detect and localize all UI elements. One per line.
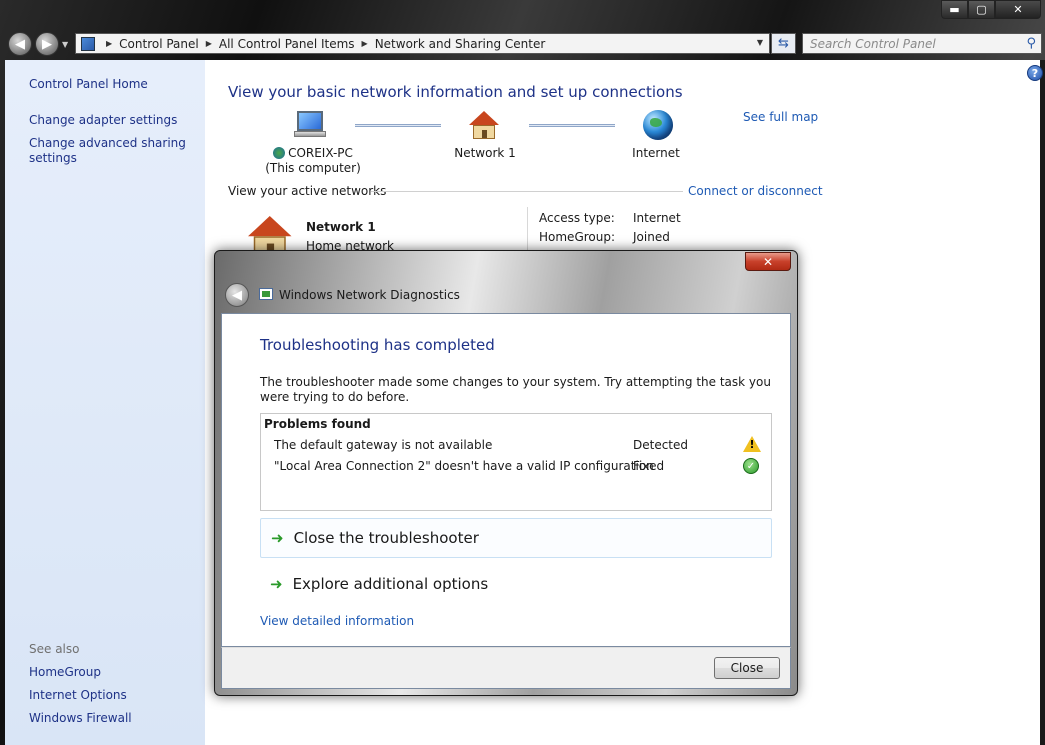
forward-button[interactable]: ▶ — [35, 32, 59, 56]
close-troubleshooter-command[interactable]: ➜ Close the troubleshooter — [260, 518, 772, 558]
forward-arrow-icon: ▶ — [42, 36, 52, 52]
address-dropdown-icon[interactable]: ▼ — [757, 38, 763, 47]
page-title: View your basic network information and … — [228, 83, 683, 101]
help-icon[interactable]: ? — [1027, 65, 1043, 81]
minimize-button[interactable]: ▬ — [941, 0, 968, 19]
network-house-icon — [469, 111, 499, 139]
dialog-title: Windows Network Diagnostics — [279, 288, 460, 302]
homegroup-label: HomeGroup: — [539, 230, 616, 244]
refresh-icon: ⇆ — [778, 36, 789, 51]
recent-pages-dropdown[interactable]: ▼ — [62, 40, 72, 49]
check-icon: ✓ — [743, 458, 759, 474]
breadcrumb-separator-icon[interactable]: ▶ — [106, 39, 112, 48]
problems-found-box: Problems found The default gateway is no… — [260, 413, 772, 511]
sharing-link-line2: settings — [29, 151, 77, 165]
see-also-heading: See also — [29, 642, 80, 656]
view-detailed-information-link[interactable]: View detailed information — [260, 614, 414, 628]
map-internet-label[interactable]: Internet — [618, 146, 694, 160]
close-window-button[interactable]: ✕ — [995, 0, 1041, 19]
green-arrow-icon: ➜ — [270, 575, 283, 593]
map-connection-line — [529, 124, 615, 127]
network-diagnostics-dialog: ✕ ◀ Windows Network Diagnostics Troubles… — [214, 250, 798, 696]
windows-firewall-link[interactable]: Windows Firewall — [29, 711, 132, 726]
connect-or-disconnect-link[interactable]: Connect or disconnect — [688, 184, 823, 198]
close-troubleshooter-label: Close the troubleshooter — [293, 529, 479, 547]
problem-row: The default gateway is not available Det… — [274, 436, 769, 454]
window-right-edge — [1040, 60, 1045, 745]
dialog-back-button[interactable]: ◀ — [225, 283, 249, 307]
search-icon[interactable]: ⚲ — [1026, 36, 1036, 51]
access-type-value: Internet — [633, 211, 681, 225]
computer-name: COREIX-PC — [288, 146, 353, 160]
dialog-footer: Close — [221, 647, 791, 689]
problems-title: Problems found — [264, 417, 371, 431]
change-adapter-settings-link[interactable]: Change adapter settings — [29, 113, 177, 128]
green-arrow-icon: ➜ — [271, 529, 284, 547]
dialog-description: The troubleshooter made some changes to … — [260, 375, 771, 404]
diagnostics-icon — [259, 288, 273, 300]
sharing-link-line1: Change advanced sharing — [29, 136, 186, 150]
back-arrow-icon: ◀ — [15, 36, 25, 52]
explore-options-label: Explore additional options — [292, 575, 489, 593]
problem-status: Fixed — [633, 459, 665, 473]
active-network-name: Network 1 — [306, 220, 376, 234]
dialog-close-x-button[interactable]: ✕ — [745, 252, 791, 271]
problem-text: "Local Area Connection 2" doesn't have a… — [274, 459, 654, 473]
access-type-label: Access type: — [539, 211, 615, 225]
explore-options-command[interactable]: ➜ Explore additional options — [260, 564, 772, 604]
back-arrow-icon: ◀ — [232, 287, 242, 303]
breadcrumb-control-panel[interactable]: Control Panel — [119, 37, 199, 51]
search-input[interactable]: Search Control Panel ⚲ — [802, 33, 1042, 54]
breadcrumb-network-sharing[interactable]: Network and Sharing Center — [375, 37, 546, 51]
see-full-map-link[interactable]: See full map — [743, 110, 818, 124]
internet-options-link[interactable]: Internet Options — [29, 688, 127, 703]
breadcrumb-separator-icon[interactable]: ▶ — [362, 39, 368, 48]
section-divider — [371, 191, 683, 192]
internet-globe-icon — [643, 110, 673, 140]
maximize-button[interactable]: ▢ — [968, 0, 995, 19]
caption-buttons: ▬ ▢ ✕ — [941, 0, 1041, 19]
breadcrumb-all-items[interactable]: All Control Panel Items — [219, 37, 355, 51]
dialog-heading: Troubleshooting has completed — [260, 336, 495, 354]
active-networks-heading: View your active networks — [228, 184, 387, 198]
dialog-content: Troubleshooting has completed The troubl… — [221, 313, 791, 647]
map-computer-label: COREIX-PC (This computer) — [258, 146, 368, 175]
control-panel-icon — [81, 36, 95, 51]
computer-sub: (This computer) — [265, 161, 361, 175]
close-button[interactable]: Close — [714, 657, 780, 679]
map-network-label[interactable]: Network 1 — [440, 146, 530, 160]
change-advanced-sharing-link[interactable]: Change advanced sharing settings — [29, 136, 186, 166]
problem-row: "Local Area Connection 2" doesn't have a… — [274, 458, 769, 475]
vertical-divider — [527, 207, 528, 252]
refresh-button[interactable]: ⇆ — [771, 33, 796, 54]
search-placeholder: Search Control Panel — [810, 36, 936, 51]
address-bar[interactable]: ▶ Control Panel ▶ All Control Panel Item… — [75, 33, 770, 54]
map-connection-line — [355, 124, 441, 127]
computer-icon — [294, 111, 326, 137]
back-button[interactable]: ◀ — [8, 32, 32, 56]
homegroup-link[interactable]: HomeGroup — [29, 665, 101, 680]
problem-status: Detected — [633, 438, 689, 452]
breadcrumb-separator-icon[interactable]: ▶ — [206, 39, 212, 48]
problem-text: The default gateway is not available — [274, 438, 493, 452]
control-panel-home-link[interactable]: Control Panel Home — [29, 77, 148, 92]
homegroup-joined-link[interactable]: Joined — [633, 230, 670, 244]
homegroup-icon — [273, 147, 286, 159]
